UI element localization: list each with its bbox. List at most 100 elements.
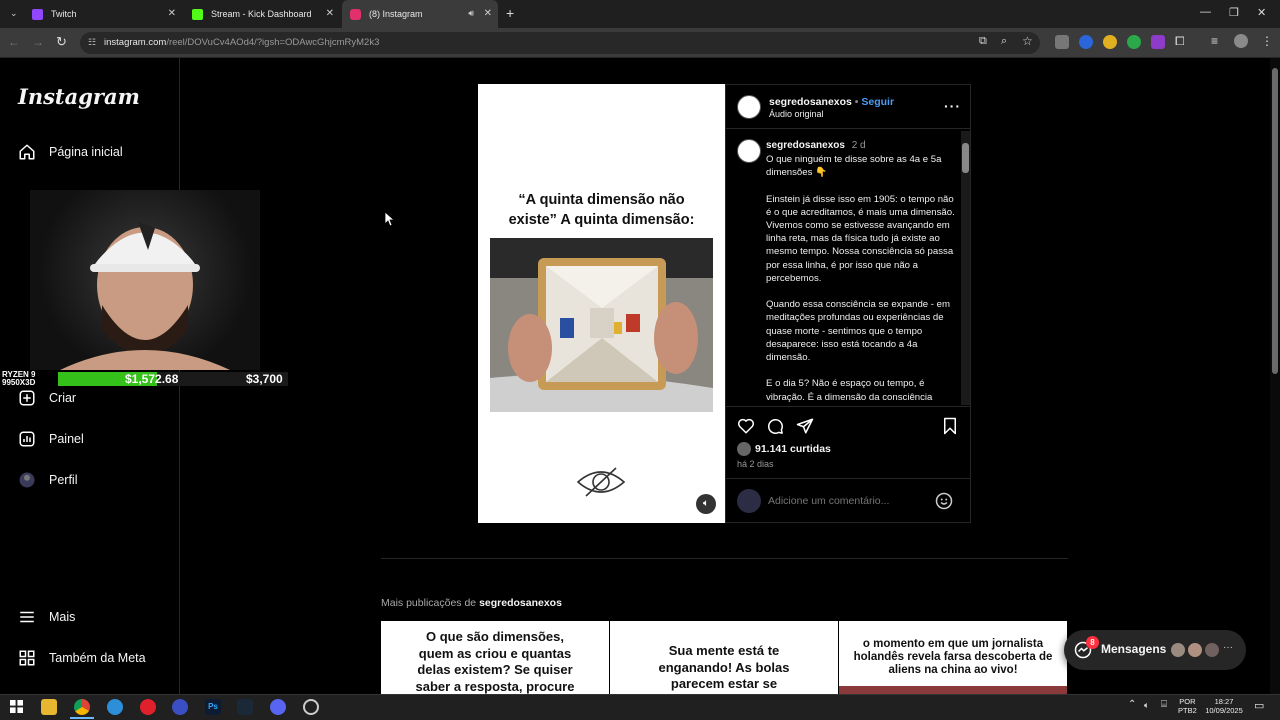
scrollbar-thumb[interactable] [962,143,969,173]
vpn-icon[interactable] [172,699,188,715]
discord-icon[interactable] [270,699,286,715]
kick-icon [192,8,203,20]
likes-count[interactable]: 91.141 curtidas [755,443,831,455]
sidebar-item-home[interactable]: Página inicial [18,143,123,161]
photoshop-icon[interactable]: Ps [205,699,221,715]
reading-list-icon[interactable]: ≡ [1211,34,1218,48]
author-username[interactable]: segredosanexos [769,96,852,108]
menu-kebab-icon[interactable]: ⋮ [1261,34,1273,48]
goal-bar: RYZEN 9 9950X3D $1,572.68 $3,700 [0,370,300,388]
sidebar-item-label: Criar [49,391,77,405]
caption-scrollbar[interactable] [961,131,970,405]
profile-icon [19,472,35,488]
messages-button[interactable]: 8 Mensagens ··· [1064,630,1246,670]
tab-kick[interactable]: Stream - Kick Dashboard ✕ [184,0,340,28]
instagram-logo[interactable]: Instagram [18,84,140,109]
window-close-icon[interactable]: ✕ [1257,6,1266,19]
tab-twitch[interactable]: Twitch ✕ [24,0,182,28]
chrome-icon[interactable] [74,699,90,715]
more-post-card[interactable]: Sua mente está te enganando! As bolas pa… [610,621,838,694]
back-icon[interactable]: ← [8,35,20,49]
maximize-icon[interactable]: ❐ [1229,6,1239,19]
media-title: “A quinta dimensão não existe” A quinta … [508,192,695,228]
clock[interactable]: 18:27 10/09/2025 [1200,697,1248,715]
my-avatar [737,489,761,513]
comment-icon[interactable] [766,417,784,435]
more-post-card[interactable]: O que são dimensões, quem as criou e qua… [381,621,609,694]
new-tab-button[interactable]: + [506,5,514,21]
url-text[interactable]: instagram.com/reel/DOVuCv4AOd4/?igsh=ODA… [104,37,379,48]
eye-logo-icon [576,467,626,497]
author-avatar[interactable] [737,95,761,119]
extensions-puzzle-icon[interactable]: ⧠ [1175,34,1185,49]
speaker-icon[interactable]: 🔊︎ [468,8,474,19]
site-info-icon[interactable]: ☷ [88,37,96,48]
comment-input[interactable] [768,493,928,509]
audio-link[interactable]: Áudio original [769,109,824,119]
sidebar-item-profile[interactable]: Perfil [18,471,77,489]
save-bookmark-icon[interactable] [942,417,958,435]
language-indicator[interactable]: POR PTB2 [1178,697,1197,715]
opera-icon[interactable] [140,699,156,715]
share-icon[interactable] [796,417,814,435]
extension-purple-icon[interactable] [1151,35,1165,49]
close-icon[interactable]: ✕ [484,8,492,19]
forward-icon[interactable]: → [32,35,44,49]
tab-title: Twitch [51,9,77,19]
sidebar-item-label: Painel [49,432,84,446]
tab-search-icon[interactable]: ⌄ [10,8,18,19]
contact-avatar [1170,642,1186,658]
tab-title: Stream - Kick Dashboard [211,9,312,19]
close-icon[interactable]: ✕ [168,8,176,19]
sidebar-item-meta[interactable]: Também da Meta [18,649,146,667]
obs-icon[interactable] [303,699,319,715]
minimize-icon[interactable]: — [1200,6,1211,18]
emoji-icon[interactable] [935,492,953,510]
extension-audio-icon[interactable] [1079,35,1093,49]
tray-chevron-icon[interactable]: ⌃ [1128,699,1136,710]
caption-username[interactable]: segredosanexos [766,140,845,151]
windows-taskbar [0,694,1280,720]
bookmark-star-icon[interactable]: ☆ [1022,34,1033,48]
edge-icon[interactable] [107,699,123,715]
install-app-icon[interactable]: ⧉ [979,35,987,48]
windows-start-icon[interactable] [10,700,23,713]
sidebar-item-more[interactable]: Mais [18,608,75,626]
notifications-icon[interactable]: ▭ [1254,699,1264,712]
more-posts-heading: Mais publicações de segredosanexos [381,597,562,609]
post-media[interactable]: “A quinta dimensão não existe” A quinta … [478,84,725,523]
zoom-icon[interactable]: ⌕ [1001,35,1007,48]
instagram-icon [350,8,361,20]
extension-green-icon[interactable] [1127,35,1141,49]
caption-avatar[interactable] [737,139,761,163]
sidebar-item-dashboard[interactable]: Painel [18,430,84,448]
network-icon[interactable]: ⌸ [1161,699,1167,710]
file-explorer-icon[interactable] [41,699,57,715]
close-icon[interactable]: ✕ [326,8,334,19]
profile-avatar[interactable] [1234,34,1248,48]
messages-badge: 8 [1086,636,1099,649]
like-heart-icon[interactable] [737,417,755,435]
sidebar-item-create[interactable]: Criar [18,389,76,407]
clock-time: 18:27 [1214,697,1234,706]
extension-color-icon[interactable] [1103,35,1117,49]
reload-icon[interactable]: ↻ [56,34,67,50]
scrollbar-thumb[interactable] [1272,68,1278,374]
divider [726,406,970,407]
more-options-icon[interactable]: ··· [944,98,961,114]
goal-target-value: $3,700 [246,372,283,386]
contact-avatar [1204,642,1220,658]
follow-button[interactable]: Seguir [861,96,894,108]
more-posts-user[interactable]: segredosanexos [479,597,562,609]
more-post-card[interactable]: o momento em que um jornalista holandês … [839,621,1067,694]
volume-icon[interactable]: 🔈︎ [1144,700,1149,711]
card-text: Sua mente está te enganando! As bolas pa… [658,643,790,691]
mute-toggle-icon[interactable]: 🔈︎ [696,494,716,514]
cpu-label: RYZEN 9 9950X3D [2,370,36,387]
extension-shield-icon[interactable] [1055,35,1069,49]
page-scrollbar[interactable] [1270,58,1280,694]
webcam-overlay [30,190,260,370]
steam-icon[interactable] [237,699,253,715]
caption-time: 2 d [851,140,866,151]
tab-instagram[interactable]: (8) Instagram 🔊︎ ✕ [342,0,498,28]
